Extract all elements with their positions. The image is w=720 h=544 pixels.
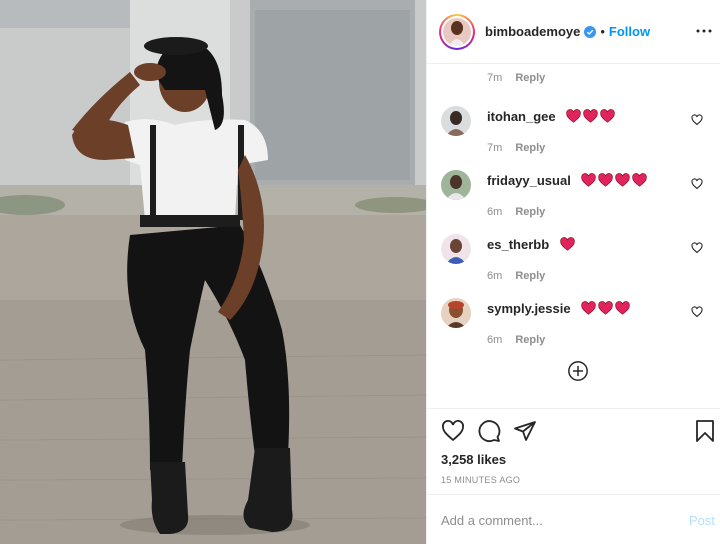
post-photo-illustration <box>0 0 426 544</box>
author-avatar[interactable] <box>439 13 475 50</box>
follow-button[interactable]: Follow <box>609 24 650 39</box>
reply-button[interactable]: Reply <box>515 206 545 218</box>
comment-item: itohan_gee 7m Reply <box>441 106 720 166</box>
author-avatar-image <box>443 17 471 46</box>
post-timestamp: 15 MINUTES AGO <box>441 475 521 485</box>
author-username[interactable]: bimboademoye <box>485 24 580 39</box>
reply-button[interactable]: Reply <box>515 72 545 84</box>
red-heart-emoji-icon <box>600 109 615 123</box>
commenter-username[interactable]: symply.jessie <box>487 301 571 316</box>
red-heart-emoji-icon <box>615 173 631 187</box>
post-actions: 3,258 likes 15 MINUTES AGO <box>427 408 720 494</box>
comment-meta: 6m Reply <box>487 270 577 282</box>
comment-time: 6m <box>487 270 503 282</box>
red-heart-emoji-icon <box>583 109 598 123</box>
commenter-username[interactable]: fridayy_usual <box>487 173 571 188</box>
comment-item: es_therbb 6m Reply <box>441 234 720 294</box>
commenter-avatar[interactable] <box>441 234 471 264</box>
heart-emojis <box>559 237 577 256</box>
post-side-panel: bimboademoye • Follow 7m Reply itohan_ge… <box>426 0 720 544</box>
comment-meta: 6m Reply <box>487 334 632 346</box>
comment-time: 6m <box>487 334 503 346</box>
red-heart-emoji-icon <box>598 173 614 187</box>
reply-button[interactable]: Reply <box>515 334 545 346</box>
share-icon[interactable] <box>513 419 537 443</box>
heart-emojis <box>566 109 617 128</box>
comment-input[interactable] <box>441 509 671 531</box>
comment-time: 7m <box>487 142 503 154</box>
comment-meta: 7m Reply <box>487 142 617 154</box>
comment-like-heart-icon[interactable] <box>691 306 703 318</box>
red-heart-emoji-icon <box>566 109 581 123</box>
verified-badge-icon <box>584 25 597 38</box>
commenter-username[interactable]: es_therbb <box>487 237 549 252</box>
heart-emojis <box>581 301 632 320</box>
comment-meta: 6m Reply <box>487 206 649 218</box>
red-heart-emoji-icon <box>559 237 575 251</box>
reply-button[interactable]: Reply <box>515 270 545 282</box>
comment-time: 7m <box>487 72 503 84</box>
commenter-username[interactable]: itohan_gee <box>487 109 556 124</box>
comment-meta: 7m Reply <box>487 72 545 84</box>
reply-button[interactable]: Reply <box>515 142 545 154</box>
post-photo[interactable] <box>0 0 426 544</box>
commenter-avatar[interactable] <box>441 298 471 328</box>
red-heart-emoji-icon <box>632 173 648 187</box>
comment-item: fridayy_usual 6m Reply <box>441 170 720 230</box>
comment-item: symply.jessie 6m Reply <box>441 298 720 358</box>
likes-count[interactable]: 3,258 likes <box>441 452 506 467</box>
red-heart-emoji-icon <box>598 301 613 315</box>
bookmark-icon[interactable] <box>693 419 717 443</box>
red-heart-emoji-icon <box>615 301 630 315</box>
heart-emojis <box>581 173 649 192</box>
commenter-avatar[interactable] <box>441 106 471 136</box>
red-heart-emoji-icon <box>581 301 596 315</box>
red-heart-emoji-icon <box>581 173 597 187</box>
post-header: bimboademoye • Follow <box>427 0 720 64</box>
add-comment-bar: Post <box>427 494 720 544</box>
comment-like-heart-icon[interactable] <box>691 178 703 190</box>
commenter-avatar[interactable] <box>441 170 471 200</box>
separator-dot: • <box>600 24 605 39</box>
post-comment-button[interactable]: Post <box>689 513 715 528</box>
comments-list: 7m Reply itohan_gee 7m Reply fridayy_usu… <box>427 64 720 408</box>
more-options-icon[interactable] <box>695 22 713 40</box>
comment-like-heart-icon[interactable] <box>691 114 703 126</box>
comment-time: 6m <box>487 206 503 218</box>
plus-circle-icon[interactable] <box>567 360 589 382</box>
comment-icon[interactable] <box>477 419 501 443</box>
heart-icon[interactable] <box>441 419 465 443</box>
comment-like-heart-icon[interactable] <box>691 242 703 254</box>
